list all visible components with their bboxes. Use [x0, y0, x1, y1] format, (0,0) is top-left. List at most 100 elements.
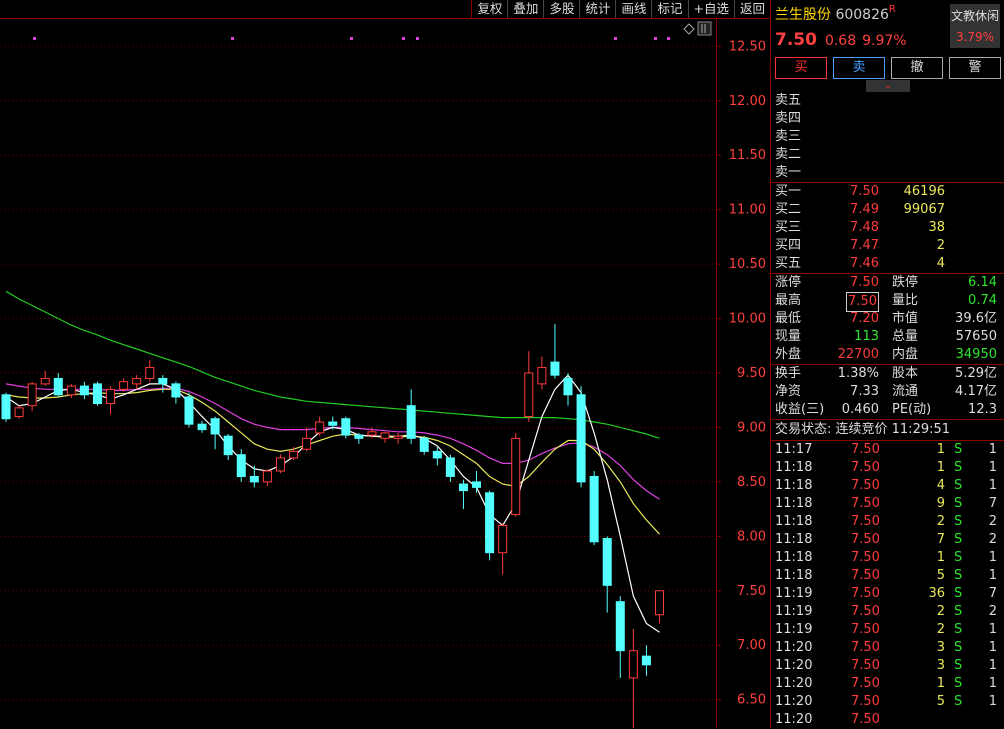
toolbar-button[interactable]: +自选 [688, 0, 734, 18]
chart-toolbar: 复权叠加多股统计画线标记+自选返回 [471, 0, 770, 18]
toolbar-button[interactable]: 画线 [615, 0, 651, 18]
bid-volume: 2 [937, 237, 945, 255]
y-tick-label: 7.50 [737, 584, 766, 599]
stat-value: 7.50 [850, 274, 879, 292]
toolbar-button[interactable]: 复权 [471, 0, 507, 18]
stat-label: 市值 [892, 310, 918, 328]
tick-price: 7.50 [851, 441, 880, 459]
bid-price: 7.47 [850, 237, 879, 255]
kline-chart[interactable]: 12.5012.0011.5011.0010.5010.009.509.008.… [0, 0, 770, 728]
stock-code: 600826 [835, 7, 888, 23]
tick-time: 11:18 [775, 495, 812, 513]
alert-button[interactable]: 警 [949, 57, 1001, 79]
buy-button[interactable]: 买 [775, 57, 827, 79]
candle-body [577, 395, 585, 482]
ask-row[interactable]: 卖四 [771, 110, 1004, 128]
candle-body [394, 436, 402, 438]
tick-side: S [954, 585, 962, 603]
candle-body [316, 422, 324, 433]
tick-row: 11:187.501S1 [771, 459, 1004, 477]
tick-time: 11:19 [775, 585, 812, 603]
tick-count: 1 [989, 675, 997, 693]
tick-time: 11:18 [775, 567, 812, 585]
tick-volume: 2 [937, 621, 945, 639]
ask-label: 卖三 [775, 128, 801, 146]
ask-row[interactable]: 卖三 [771, 128, 1004, 146]
candle-body [159, 378, 167, 383]
ma-line-green [6, 291, 660, 438]
y-tick-label: 11.00 [729, 203, 766, 218]
cancel-button[interactable]: 撤 [891, 57, 943, 79]
toolbar-button[interactable]: 统计 [579, 0, 615, 18]
signal-dot [402, 37, 405, 40]
candle-body [80, 386, 88, 395]
candle-body [381, 433, 389, 438]
candle-body [656, 591, 664, 615]
margin-mark: R [889, 4, 896, 15]
tick-count: 1 [989, 567, 997, 585]
candle-body [93, 384, 101, 404]
tick-row: 11:177.501S1 [771, 441, 1004, 459]
tick-volume: 2 [937, 603, 945, 621]
bid-price: 7.48 [850, 219, 879, 237]
trade-status: 交易状态: 连续竞价 11:29:51 [771, 419, 1004, 440]
ask-label: 卖五 [775, 92, 801, 110]
tick-count: 7 [989, 585, 997, 603]
candle-body [355, 435, 363, 438]
fund-label: 股本 [892, 365, 918, 383]
sector-box[interactable]: 文教休闲 3.79% [950, 4, 1000, 48]
candle-body [146, 368, 154, 379]
tick-row: 11:187.501S1 [771, 549, 1004, 567]
ask-label: 卖一 [775, 164, 801, 182]
tick-list[interactable]: 11:177.501S111:187.501S111:187.504S111:1… [771, 440, 1004, 729]
bid-volume: 99067 [904, 201, 945, 219]
candle-body [185, 397, 193, 424]
tick-volume: 5 [937, 693, 945, 711]
bid-row[interactable]: 买一7.5046196 [771, 183, 1004, 201]
toolbar-button[interactable]: 标记 [651, 0, 687, 18]
tick-count: 1 [989, 477, 997, 495]
candle-body [54, 378, 62, 394]
toolbar-button[interactable]: 多股 [543, 0, 579, 18]
stock-title[interactable]: 兰生股份 600826R [775, 4, 896, 24]
tick-price: 7.50 [851, 459, 880, 477]
fund-label: 流通 [892, 383, 918, 401]
candle-body [486, 493, 494, 553]
candle-body [120, 382, 128, 390]
tick-volume: 1 [937, 459, 945, 477]
toolbar-button[interactable]: 叠加 [507, 0, 543, 18]
bid-row[interactable]: 买三7.4838 [771, 219, 1004, 237]
tick-count: 1 [989, 459, 997, 477]
signal-dot [667, 37, 670, 40]
toolbar-button[interactable]: 返回 [734, 0, 770, 18]
bid-row[interactable]: 买五7.464 [771, 255, 1004, 273]
fund-value: 5.29亿 [955, 365, 997, 383]
chevron-down-icon[interactable]: ⌄ [866, 80, 910, 92]
candle-body [590, 476, 598, 541]
fund-value: 12.3 [968, 401, 997, 419]
y-tick-label: 11.50 [729, 148, 766, 163]
stat-label: 跌停 [892, 274, 918, 292]
bid-row[interactable]: 买二7.4999067 [771, 201, 1004, 219]
tick-count: 1 [989, 441, 997, 459]
ask-row[interactable]: 卖一 [771, 164, 1004, 182]
stats-block: 涨停7.50跌停6.14最高7.50量比0.74最低7.20市值39.6亿现量1… [771, 273, 1004, 364]
tick-price: 7.50 [851, 513, 880, 531]
sell-button[interactable]: 卖 [833, 57, 885, 79]
candle-body [41, 378, 49, 383]
bid-label: 买一 [775, 183, 801, 201]
tick-count: 2 [989, 531, 997, 549]
candle-body [276, 458, 284, 471]
stock-header: 兰生股份 600826R 7.500.689.97% 文教休闲 3.79% [771, 0, 1004, 54]
candle-body [67, 386, 75, 395]
stats-row: 现量113总量57650 [771, 328, 1004, 346]
bid-row[interactable]: 买四7.472 [771, 237, 1004, 255]
tick-count: 7 [989, 495, 997, 513]
tick-count: 1 [989, 657, 997, 675]
tick-price: 7.50 [851, 495, 880, 513]
ask-row[interactable]: 卖二 [771, 146, 1004, 164]
signal-dot [231, 37, 234, 40]
ask-row[interactable]: 卖五 [771, 92, 1004, 110]
tick-volume: 3 [937, 639, 945, 657]
stat-label: 现量 [775, 328, 801, 346]
